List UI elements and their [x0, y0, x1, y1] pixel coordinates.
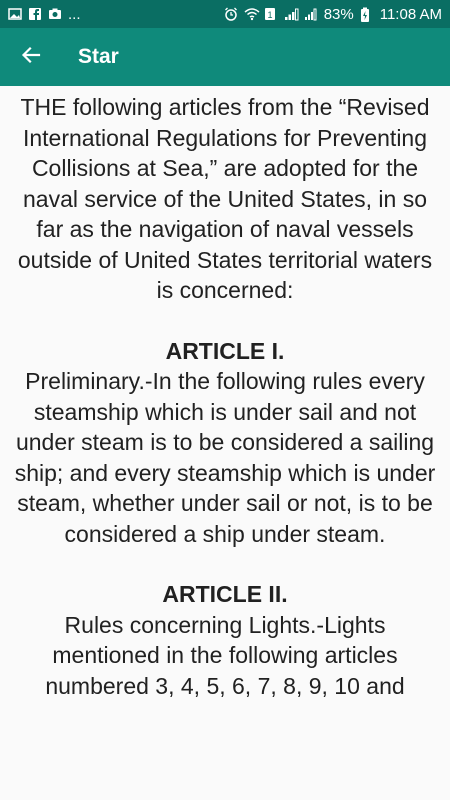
status-bar: ... 1 83% 11:08 AM — [0, 0, 450, 28]
more-notifications: ... — [68, 5, 81, 23]
page-title: Star — [78, 45, 119, 68]
article-body: Preliminary.-In the following rules ever… — [14, 368, 436, 547]
svg-text:1: 1 — [267, 10, 272, 20]
clock: 11:08 AM — [379, 5, 442, 23]
facebook-icon — [28, 7, 42, 21]
status-bar-right: 1 83% 11:08 AM — [224, 6, 442, 23]
article-heading: ARTICLE I. — [165, 337, 285, 364]
article-heading: ARTICLE II. — [162, 581, 288, 607]
signal-icon — [284, 7, 299, 21]
image-icon — [8, 7, 22, 21]
arrow-back-icon — [21, 45, 41, 70]
status-bar-left: ... — [8, 6, 81, 23]
battery-icon — [360, 7, 374, 22]
wifi-icon — [244, 7, 260, 21]
signal-icon-2 — [304, 7, 318, 21]
back-button[interactable] — [0, 28, 62, 86]
bottom-area — [0, 746, 450, 800]
camera-icon — [48, 7, 62, 21]
alarm-icon — [224, 7, 238, 21]
battery-percentage: 83% — [323, 5, 354, 23]
article-body: Rules concerning Lights.-Lights mentione… — [45, 611, 405, 699]
article-content[interactable]: THE following articles from the “Revised… — [0, 86, 450, 746]
sim-icon: 1 — [264, 7, 278, 21]
app-bar: Star — [0, 28, 450, 86]
article-intro: THE following articles from the “Revised… — [17, 94, 433, 303]
